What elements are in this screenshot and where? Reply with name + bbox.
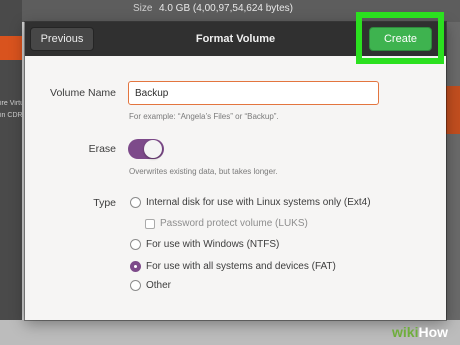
password-protect-checkbox: Password protect volume (LUKS) bbox=[145, 218, 308, 229]
type-option-other[interactable]: Other bbox=[130, 280, 171, 291]
radio-button[interactable] bbox=[130, 280, 141, 291]
create-button[interactable]: Create bbox=[369, 27, 432, 51]
wikihow-watermark: wikiHow bbox=[392, 324, 449, 340]
password-protect-label: Password protect volume (LUKS) bbox=[160, 218, 308, 229]
erase-label: Erase bbox=[88, 143, 116, 155]
sidebar-fragment: in CDRW bbox=[0, 112, 22, 119]
type-label: Type bbox=[93, 197, 116, 209]
checkbox bbox=[145, 218, 155, 229]
type-option-fat[interactable]: For use with all systems and devices (FA… bbox=[130, 261, 336, 272]
radio-button-selected[interactable] bbox=[130, 261, 141, 272]
type-option-label: Other bbox=[146, 280, 172, 291]
dialog-header: Previous Format Volume Create bbox=[25, 12, 446, 64]
erase-toggle[interactable] bbox=[128, 139, 164, 159]
sidebar-selected-item bbox=[0, 36, 22, 60]
volume-name-label: Volume Name bbox=[50, 87, 116, 99]
type-option-label: For use with Windows (NTFS) bbox=[146, 239, 280, 250]
type-option-ext4[interactable]: Internal disk for use with Linux systems… bbox=[130, 197, 371, 208]
type-option-label: Internal disk for use with Linux systems… bbox=[146, 197, 371, 208]
radio-button[interactable] bbox=[130, 197, 141, 208]
size-label: Size bbox=[133, 3, 153, 14]
previous-button[interactable]: Previous bbox=[30, 27, 94, 51]
type-option-label: For use with all systems and devices (FA… bbox=[146, 261, 336, 272]
erase-hint: Overwrites existing data, but takes long… bbox=[129, 167, 278, 176]
partition-segment bbox=[446, 86, 460, 134]
toggle-knob bbox=[144, 140, 162, 158]
background-partition-strip bbox=[446, 22, 460, 345]
type-option-ntfs[interactable]: For use with Windows (NTFS) bbox=[130, 239, 279, 250]
sidebar-fragment: ire Virtual S bbox=[0, 100, 22, 107]
background-sidebar: ire Virtual S in CDRW bbox=[0, 0, 22, 345]
radio-button[interactable] bbox=[130, 239, 141, 250]
volume-name-hint: For example: “Angela’s Files” or “Backup… bbox=[129, 112, 279, 121]
format-volume-dialog: Previous Format Volume Create Volume Nam… bbox=[25, 12, 446, 320]
background-bottom bbox=[0, 320, 460, 345]
volume-name-input[interactable] bbox=[128, 81, 379, 105]
size-value: 4.0 GB (4,00,97,54,624 bytes) bbox=[159, 3, 293, 14]
